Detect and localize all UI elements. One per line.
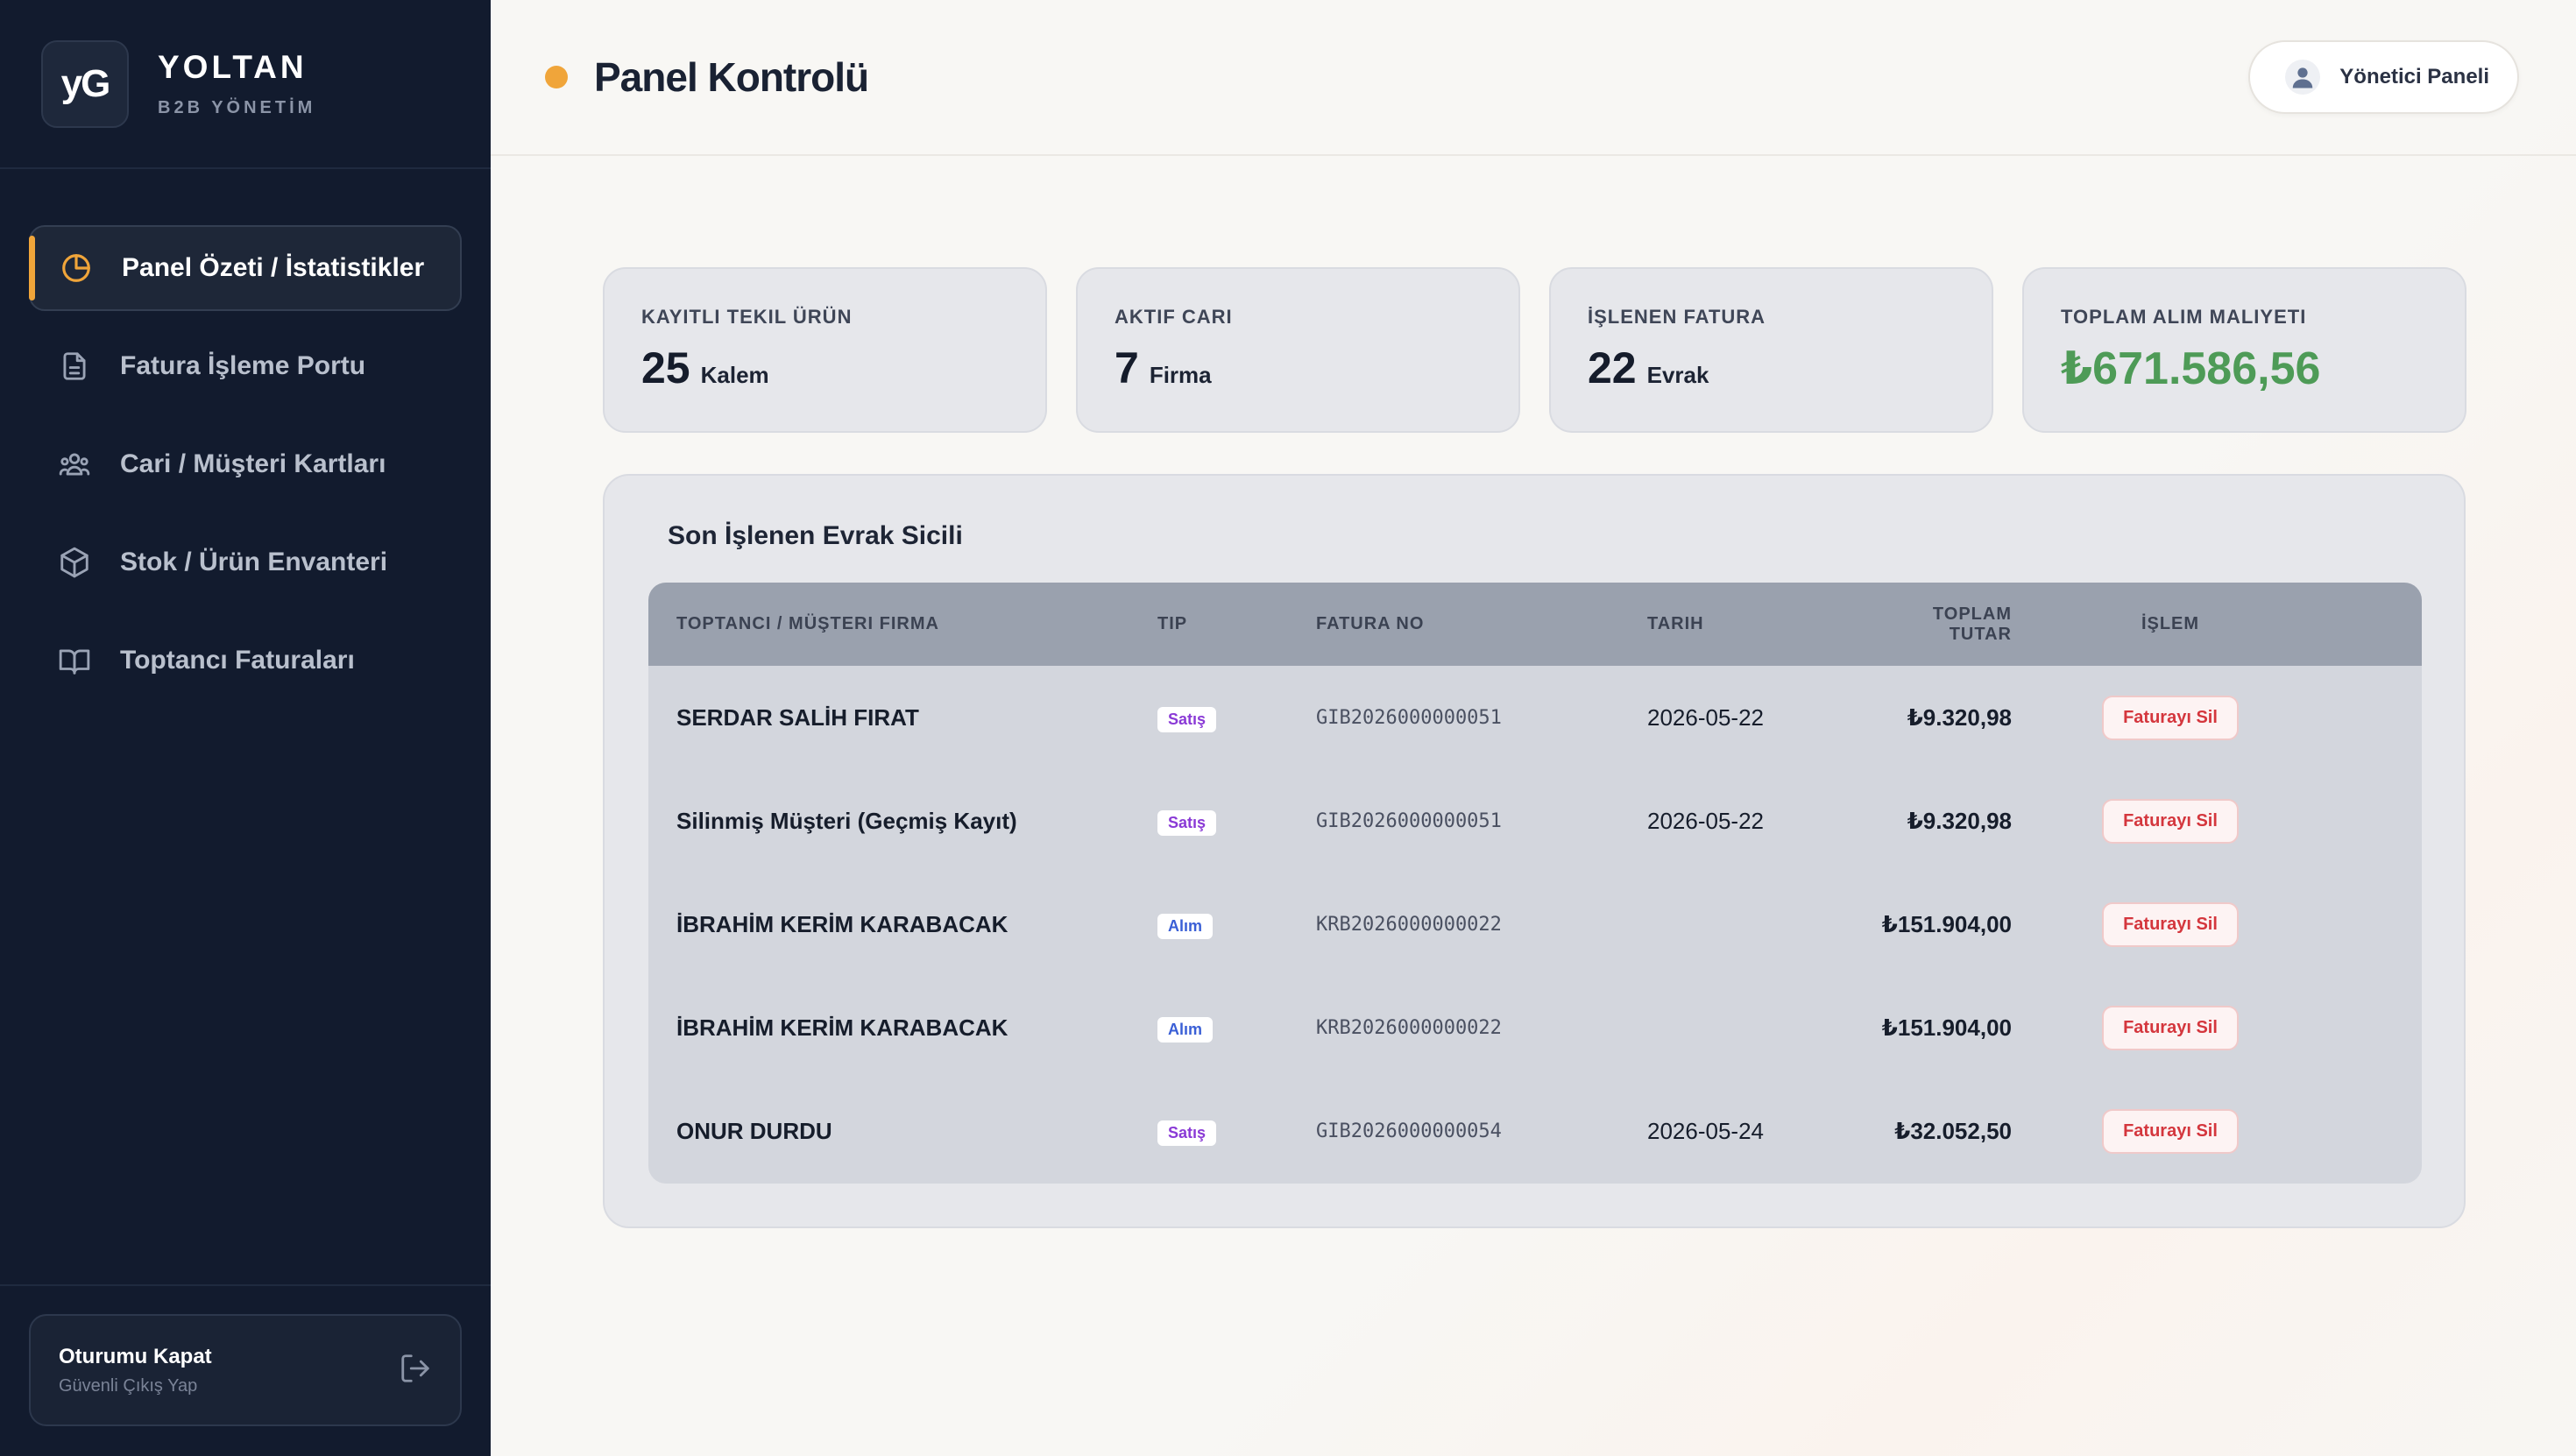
cell-invoice-no: KRB2026000000022 — [1316, 1016, 1502, 1039]
delete-invoice-button[interactable]: Faturayı Sil — [2102, 901, 2239, 947]
recent-documents-table: TOPTANCI / MÜŞTERI FIRMA TIP FATURA NO T… — [648, 583, 2422, 1184]
cell-total: ₺151.904,00 — [1881, 910, 2012, 937]
cell-firm: ONUR DURDU — [676, 1117, 832, 1144]
cell-firm: Silinmiş Müşteri (Geçmiş Kayıt) — [676, 807, 1017, 834]
cell-date: 2026-05-22 — [1647, 807, 1764, 834]
topbar: Panel Kontrolü Yönetici Paneli — [491, 0, 2576, 156]
sidebar-item-label: Toptancı Faturaları — [120, 646, 355, 675]
sidebar-nav: Panel Özeti / İstatistikler Fatura İşlem… — [0, 169, 491, 716]
brand: yG YOLTAN B2B YÖNETİM — [0, 0, 491, 169]
stat-value: 7 — [1115, 343, 1139, 392]
cell-total: ₺9.320,98 — [1907, 807, 2012, 834]
type-badge: Satış — [1157, 809, 1217, 836]
table-row: İBRAHİM KERİM KARABACAK Alım KRB20260000… — [648, 873, 2422, 976]
type-badge: Alım — [1157, 1016, 1214, 1043]
sidebar: yG YOLTAN B2B YÖNETİM Panel Özeti / İsta… — [0, 0, 491, 1456]
cell-total: ₺9.320,98 — [1907, 703, 2012, 731]
users-icon — [57, 447, 92, 482]
main-content: Panel Kontrolü Yönetici Paneli KAYITLI T… — [491, 0, 2576, 1456]
admin-panel-button[interactable]: Yönetici Paneli — [2248, 40, 2519, 114]
stat-label: İŞLENEN FATURA — [1588, 306, 1766, 328]
sidebar-item-invoice-processing[interactable]: Fatura İşleme Portu — [29, 323, 462, 409]
delete-invoice-button[interactable]: Faturayı Sil — [2102, 695, 2239, 740]
stat-card-total-cost: TOPLAM ALIM MALIYETI ₺671.586,56 — [2022, 267, 2466, 433]
sidebar-item-label: Cari / Müşteri Kartları — [120, 449, 386, 478]
table-header: TOPTANCI / MÜŞTERI FIRMA TIP FATURA NO T… — [648, 583, 2422, 666]
sidebar-item-label: Stok / Ürün Envanteri — [120, 548, 388, 576]
stat-unit: Firma — [1149, 362, 1212, 388]
cell-date: 2026-05-22 — [1647, 703, 1764, 731]
column-header-action: İŞLEM — [2141, 614, 2200, 633]
stat-unit: Kalem — [700, 362, 769, 388]
stat-value: ₺671.586,56 — [2061, 343, 2321, 394]
stat-label: KAYITLI TEKIL ÜRÜN — [641, 306, 853, 328]
brand-logo[interactable]: yG — [41, 39, 129, 128]
sidebar-item-customers[interactable]: Cari / Müşteri Kartları — [29, 421, 462, 507]
stat-unit: Evrak — [1646, 362, 1709, 388]
box-icon — [57, 545, 92, 580]
logout-title: Oturumu Kapat — [59, 1344, 212, 1368]
admin-panel-label: Yönetici Paneli — [2339, 65, 2489, 88]
panel-title: Son İşlenen Evrak Sicili — [668, 521, 963, 550]
sidebar-item-label: Panel Özeti / İstatistikler — [122, 253, 425, 282]
column-header-date: TARIH — [1647, 614, 1704, 633]
column-header-type: TIP — [1157, 614, 1188, 633]
cell-total: ₺151.904,00 — [1881, 1014, 2012, 1041]
logout-button[interactable]: Oturumu Kapat Güvenli Çıkış Yap — [29, 1314, 462, 1426]
delete-invoice-button[interactable]: Faturayı Sil — [2102, 1108, 2239, 1154]
column-header-total: TOPLAM TUTAR — [1932, 604, 2012, 644]
delete-invoice-button[interactable]: Faturayı Sil — [2102, 798, 2239, 844]
stat-label: AKTIF CARI — [1115, 306, 1233, 328]
table-row: Silinmiş Müşteri (Geçmiş Kayıt) Satış GI… — [648, 769, 2422, 873]
cell-invoice-no: GIB2026000000051 — [1316, 706, 1502, 729]
cell-invoice-no: GIB2026000000054 — [1316, 1120, 1502, 1142]
sidebar-footer: Oturumu Kapat Güvenli Çıkış Yap — [0, 1284, 491, 1456]
stat-card-active-accounts: AKTIF CARI 7 Firma — [1076, 267, 1520, 433]
cell-date: 2026-05-24 — [1647, 1117, 1764, 1144]
stat-card-processed-invoices: İŞLENEN FATURA 22 Evrak — [1549, 267, 1993, 433]
page-title: Panel Kontrolü — [594, 54, 869, 100]
sidebar-item-supplier-invoices[interactable]: Toptancı Faturaları — [29, 618, 462, 703]
sidebar-item-dashboard[interactable]: Panel Özeti / İstatistikler — [29, 225, 462, 311]
user-icon — [2285, 60, 2321, 95]
type-badge: Satış — [1157, 1120, 1217, 1146]
brand-subtitle: B2B YÖNETİM — [158, 98, 316, 117]
logout-subtitle: Güvenli Çıkış Yap — [59, 1375, 198, 1396]
table-row: SERDAR SALİH FIRAT Satış GIB202600000005… — [648, 666, 2422, 769]
delete-invoice-button[interactable]: Faturayı Sil — [2102, 1005, 2239, 1050]
type-badge: Satış — [1157, 706, 1217, 732]
logout-icon — [399, 1352, 432, 1389]
document-icon — [57, 349, 92, 384]
cell-firm: İBRAHİM KERİM KARABACAK — [676, 1014, 1008, 1041]
table-row: ONUR DURDU Satış GIB2026000000054 2026-0… — [648, 1079, 2422, 1183]
stats-row: KAYITLI TEKIL ÜRÜN 25 Kalem AKTIF CARI 7… — [603, 267, 2466, 433]
recent-documents-panel: Son İşlenen Evrak Sicili TOPTANCI / MÜŞT… — [603, 474, 2466, 1228]
sidebar-item-inventory[interactable]: Stok / Ürün Envanteri — [29, 519, 462, 605]
stat-card-products: KAYITLI TEKIL ÜRÜN 25 Kalem — [603, 267, 1047, 433]
column-header-firm: TOPTANCI / MÜŞTERI FIRMA — [676, 614, 939, 633]
column-header-invoice-no: FATURA NO — [1316, 614, 1425, 633]
cell-invoice-no: KRB2026000000022 — [1316, 913, 1502, 936]
pie-chart-icon — [59, 251, 94, 286]
book-icon — [57, 643, 92, 678]
cell-firm: İBRAHİM KERİM KARABACAK — [676, 910, 1008, 937]
stat-value: 25 — [641, 343, 690, 392]
sidebar-item-label: Fatura İşleme Portu — [120, 351, 366, 380]
cell-total: ₺32.052,50 — [1894, 1117, 2012, 1144]
status-dot — [545, 66, 568, 88]
table-row: İBRAHİM KERİM KARABACAK Alım KRB20260000… — [648, 976, 2422, 1079]
cell-invoice-no: GIB2026000000051 — [1316, 809, 1502, 832]
cell-firm: SERDAR SALİH FIRAT — [676, 703, 919, 731]
type-badge: Alım — [1157, 913, 1214, 939]
stat-label: TOPLAM ALIM MALIYETI — [2061, 306, 2307, 328]
stat-value: 22 — [1588, 343, 1637, 392]
brand-name: YOLTAN — [158, 49, 308, 85]
